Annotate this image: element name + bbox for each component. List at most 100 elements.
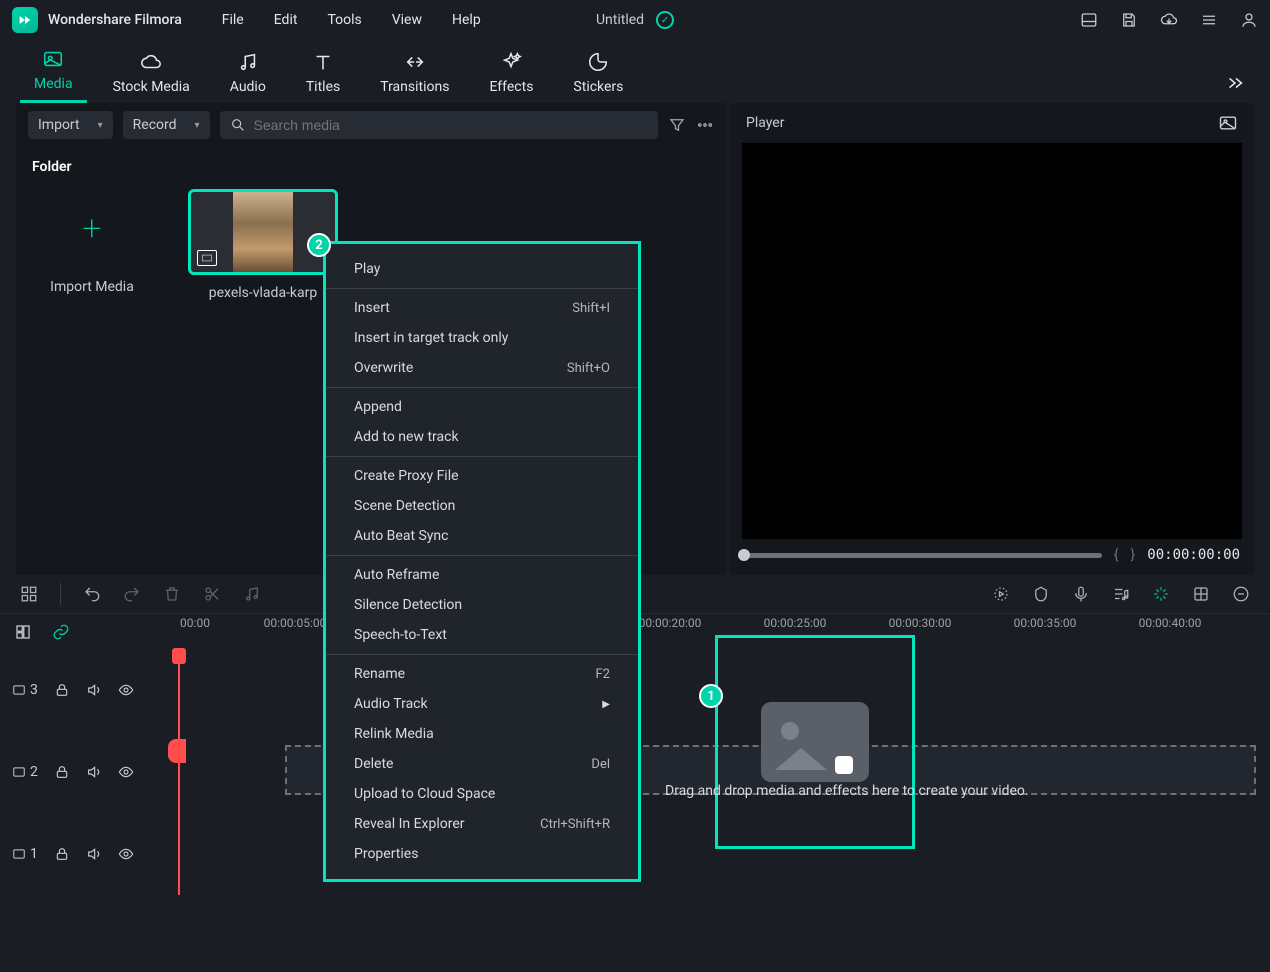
record-dropdown[interactable]: Record ▾	[123, 111, 210, 139]
ctx-scene-detection[interactable]: Scene Detection	[326, 491, 638, 521]
tracks-collapse-icon[interactable]	[14, 623, 32, 641]
ctx-play[interactable]: Play	[326, 254, 638, 284]
undo-icon[interactable]	[83, 585, 101, 603]
tab-audio[interactable]: Audio	[216, 51, 280, 103]
ctx-insert[interactable]: InsertShift+I	[326, 293, 638, 323]
mute-icon[interactable]	[86, 764, 102, 780]
menu-edit[interactable]: Edit	[274, 12, 298, 28]
ctx-reveal-explorer[interactable]: Reveal In ExplorerCtrl+Shift+R	[326, 809, 638, 839]
mic-icon[interactable]	[1072, 585, 1090, 603]
clip-thumbnail-image	[233, 189, 293, 275]
tab-titles[interactable]: Titles	[292, 51, 354, 103]
ctx-rename[interactable]: RenameF2	[326, 659, 638, 689]
ctx-append[interactable]: Append	[326, 392, 638, 422]
image-placeholder-icon	[761, 702, 869, 782]
tab-stickers[interactable]: Stickers	[559, 51, 637, 103]
tab-stock-media[interactable]: Stock Media	[99, 51, 204, 103]
project-title-wrap: Untitled ✓	[596, 11, 674, 29]
ctx-shortcut: Shift+I	[572, 301, 610, 316]
auto-ripple-icon[interactable]	[1152, 585, 1170, 603]
main-menu: File Edit Tools View Help	[222, 12, 481, 28]
player-timecode: 00:00:00:00	[1147, 547, 1240, 563]
tab-media[interactable]: Media	[20, 48, 87, 103]
menu-tools[interactable]: Tools	[327, 12, 361, 28]
player-viewport[interactable]	[742, 143, 1242, 539]
marker-icon[interactable]	[1032, 585, 1050, 603]
mute-icon[interactable]	[86, 846, 102, 862]
more-icon[interactable]	[696, 116, 714, 134]
cloud-download-icon[interactable]	[1160, 11, 1178, 29]
folder-title: Folder	[32, 159, 710, 175]
trash-icon[interactable]	[163, 585, 181, 603]
mark-out-icon[interactable]: }	[1131, 547, 1136, 563]
track-controls: 1	[0, 846, 175, 862]
grid-icon[interactable]	[20, 585, 38, 603]
import-media-tile[interactable]: + Import Media	[32, 189, 152, 295]
ruler-label: 00:00:20:00	[639, 616, 702, 630]
clip-thumbnail	[188, 189, 338, 275]
tab-label: Audio	[230, 79, 266, 95]
tab-effects[interactable]: Effects	[475, 51, 547, 103]
link-icon[interactable]	[52, 623, 70, 641]
sparkle-icon	[500, 51, 522, 73]
playhead-cap[interactable]	[172, 648, 186, 664]
tabs-overflow-icon[interactable]	[1220, 73, 1250, 103]
playhead-handle[interactable]	[168, 739, 186, 763]
lock-icon[interactable]	[54, 846, 70, 862]
ctx-label: Audio Track	[354, 696, 428, 712]
zoom-out-icon[interactable]	[1232, 585, 1250, 603]
search-field[interactable]	[220, 111, 658, 139]
hamburger-menu-icon[interactable]	[1200, 11, 1218, 29]
eye-icon[interactable]	[118, 682, 134, 698]
transition-icon	[404, 51, 426, 73]
tab-label: Titles	[306, 79, 340, 95]
callout-badge-1: 1	[699, 684, 723, 708]
render-icon[interactable]	[992, 585, 1010, 603]
adjustment-icon[interactable]	[1192, 585, 1210, 603]
eye-icon[interactable]	[118, 764, 134, 780]
tab-label: Media	[34, 76, 73, 92]
title-bar: Wondershare Filmora File Edit Tools View…	[0, 0, 1270, 40]
mark-in-icon[interactable]: {	[1114, 547, 1119, 563]
ctx-upload-cloud[interactable]: Upload to Cloud Space	[326, 779, 638, 809]
eye-icon[interactable]	[118, 846, 134, 862]
track-number: 1	[30, 846, 38, 862]
menu-view[interactable]: View	[392, 12, 422, 28]
layout-icon[interactable]	[1080, 11, 1098, 29]
scrubber-knob[interactable]	[738, 549, 750, 561]
ctx-delete[interactable]: DeleteDel	[326, 749, 638, 779]
filter-icon[interactable]	[668, 116, 686, 134]
search-input[interactable]	[254, 117, 648, 133]
project-title[interactable]: Untitled	[596, 12, 644, 28]
music-list-icon[interactable]	[1112, 585, 1130, 603]
save-icon[interactable]	[1120, 11, 1138, 29]
lock-icon[interactable]	[54, 764, 70, 780]
ctx-insert-target[interactable]: Insert in target track only	[326, 323, 638, 353]
cut-icon[interactable]	[203, 585, 221, 603]
snapshot-icon[interactable]	[1218, 113, 1238, 133]
menu-help[interactable]: Help	[452, 12, 481, 28]
lock-icon[interactable]	[54, 682, 70, 698]
ctx-speech-to-text[interactable]: Speech-to-Text	[326, 620, 638, 650]
ctx-relink-media[interactable]: Relink Media	[326, 719, 638, 749]
ctx-silence-detection[interactable]: Silence Detection	[326, 590, 638, 620]
mute-icon[interactable]	[86, 682, 102, 698]
playhead[interactable]	[178, 649, 180, 895]
ctx-properties[interactable]: Properties	[326, 839, 638, 869]
audio-detach-icon[interactable]	[243, 585, 261, 603]
ctx-auto-reframe[interactable]: Auto Reframe	[326, 560, 638, 590]
ctx-shortcut: Shift+O	[567, 361, 610, 376]
menu-file[interactable]: File	[222, 12, 244, 28]
tab-label: Effects	[489, 79, 533, 95]
account-icon[interactable]	[1240, 11, 1258, 29]
redo-icon[interactable]	[123, 585, 141, 603]
player-scrubber[interactable]	[744, 553, 1102, 558]
ctx-audio-track[interactable]: Audio Track▶	[326, 689, 638, 719]
ctx-add-new-track[interactable]: Add to new track	[326, 422, 638, 452]
ctx-auto-beat-sync[interactable]: Auto Beat Sync	[326, 521, 638, 551]
ctx-label: Scene Detection	[354, 498, 455, 514]
import-dropdown[interactable]: Import ▾	[28, 111, 113, 139]
ctx-overwrite[interactable]: OverwriteShift+O	[326, 353, 638, 383]
tab-transitions[interactable]: Transitions	[366, 51, 463, 103]
ctx-create-proxy[interactable]: Create Proxy File	[326, 461, 638, 491]
